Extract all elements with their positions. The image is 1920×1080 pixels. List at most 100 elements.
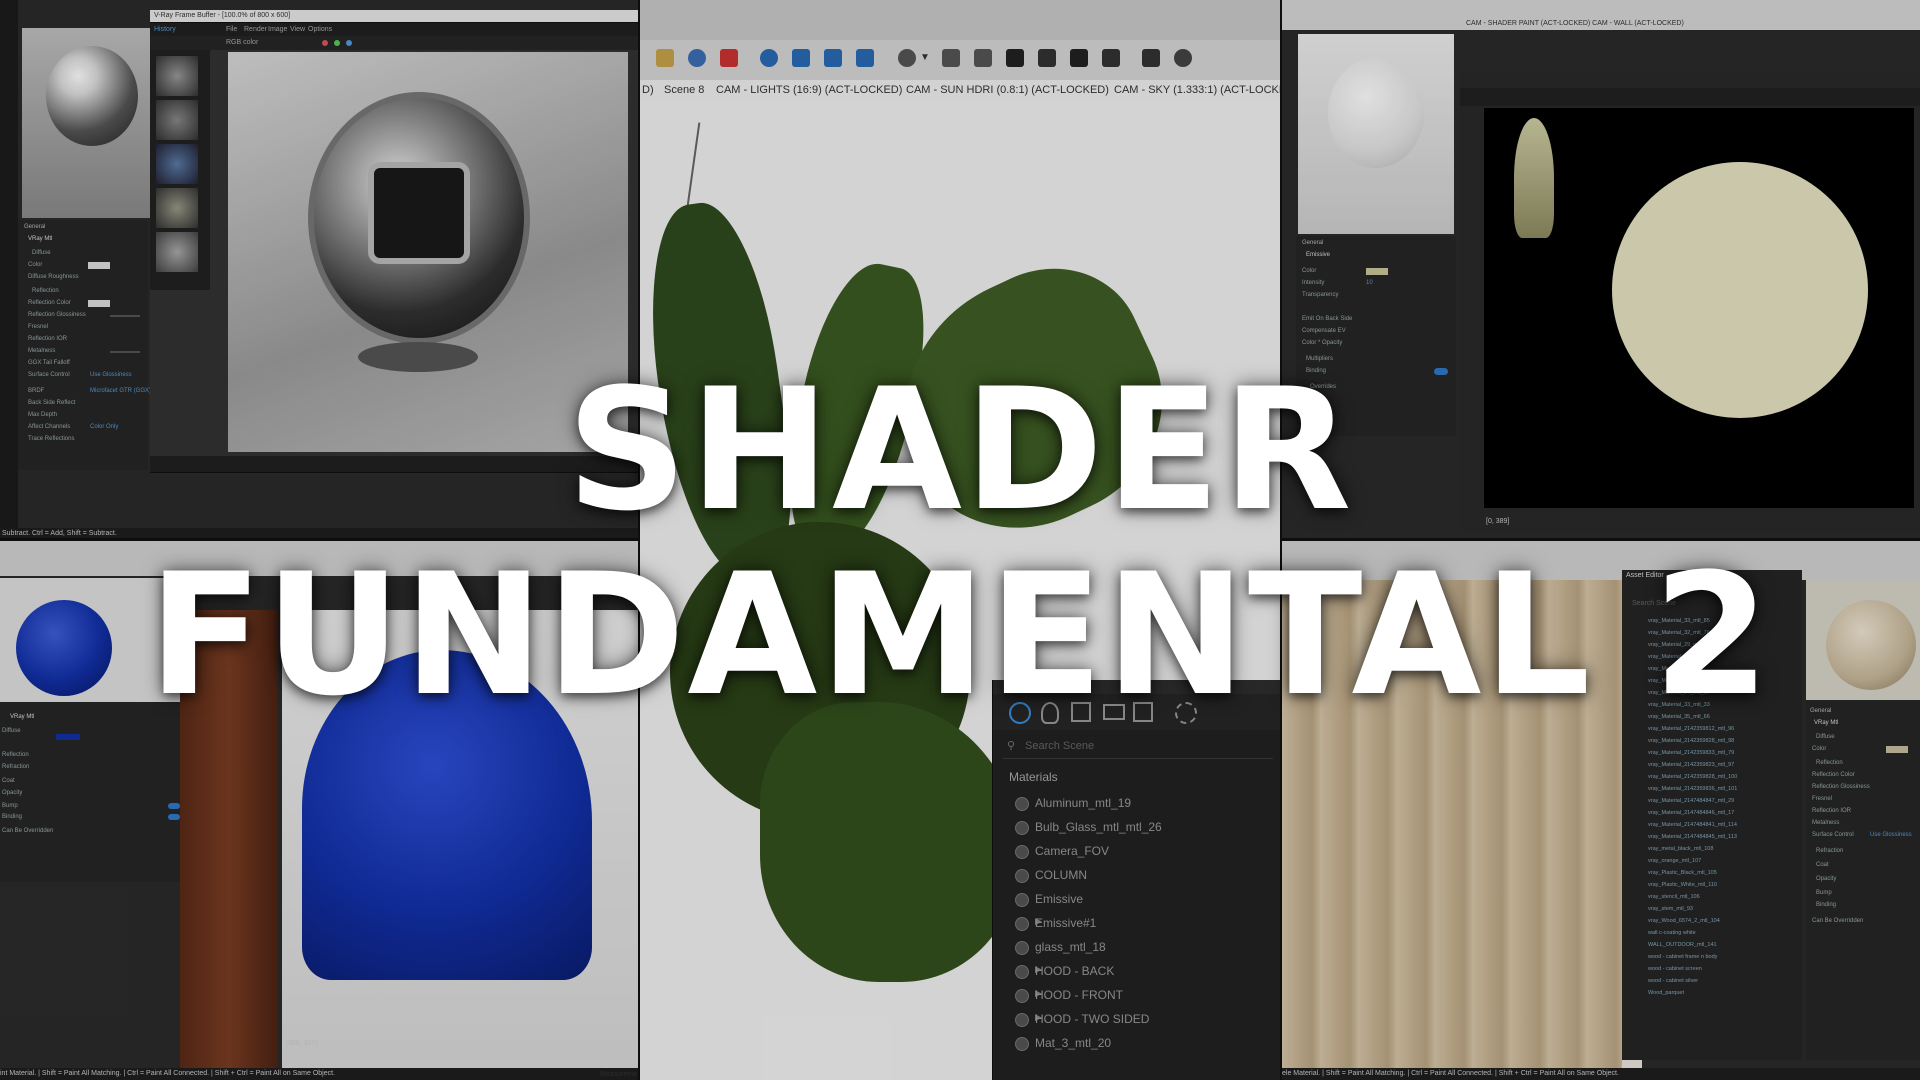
prop-refraction[interactable]: Refraction [1816, 848, 1843, 854]
scene-list-item[interactable]: vray_stencil_mtl_106 [1648, 894, 1700, 900]
history-thumb[interactable] [156, 232, 198, 272]
house-icon[interactable] [1006, 49, 1024, 67]
scene-list-item[interactable]: WALL_OUTDOOR_mtl_141 [1648, 942, 1717, 948]
zoom-icon[interactable] [688, 49, 706, 67]
vray-frame-buffer-icon[interactable] [856, 49, 874, 67]
brdf-value[interactable]: Microfacet GTR (GGX) [90, 388, 151, 394]
metalness-slider[interactable] [110, 351, 140, 353]
scene-list-item[interactable]: vray_Material_2142359823_mtl_97 [1648, 762, 1734, 768]
menu-render[interactable]: Render [244, 26, 267, 33]
layers-icon[interactable] [1103, 704, 1125, 720]
surface-control-value[interactable]: Use Glossiness [90, 372, 132, 378]
search-box[interactable]: ⚲ Search Scene [1003, 736, 1273, 759]
prop-diffuse[interactable]: Diffuse [32, 250, 51, 256]
scene-list-item[interactable]: vray_Material_2142359828_mtl_98 [1648, 738, 1734, 744]
chevron-down-icon[interactable]: ▼ [920, 52, 930, 63]
scene-list-item[interactable]: vray_Material_32_mtl_76 [1648, 630, 1710, 636]
search-input[interactable]: Search Scene [1025, 740, 1094, 752]
prop-reflection[interactable]: Reflection [32, 288, 59, 294]
user-icon[interactable] [898, 49, 916, 67]
scene-list-item[interactable]: vray_Material_2147484841_mtl_114 [1648, 822, 1737, 828]
prop-multipliers[interactable]: Multipliers [1306, 356, 1333, 362]
history-thumb[interactable] [156, 100, 198, 140]
scene-list-item[interactable]: vray_metal_black_mtl_108 [1648, 846, 1713, 852]
scene-list-item[interactable]: vray_Material_29_mtl_42 [1648, 642, 1710, 648]
prop-diffuse[interactable]: Diffuse [1816, 734, 1835, 740]
wood-slats-viewport[interactable] [1282, 580, 1622, 1080]
scene-list-item[interactable]: wood - cabinet screen [1648, 966, 1702, 972]
prop-bump[interactable]: Bump [1816, 890, 1832, 896]
scene-list-item[interactable]: vray_Material_2142359836_mtl_101 [1648, 786, 1737, 792]
extension-warehouse-icon[interactable] [1102, 49, 1120, 67]
binding-toggle[interactable] [1434, 368, 1448, 375]
blue-channel-icon[interactable] [346, 40, 352, 46]
emissive-color-swatch[interactable] [1366, 268, 1388, 275]
scene-tab[interactable]: D) [642, 84, 654, 96]
scene-tab[interactable]: CAM - SKY (1.333:1) (ACT-LOCKE [1114, 84, 1280, 96]
scene-list-item[interactable]: vray_Material_2142359833_mtl_79 [1648, 750, 1734, 756]
scene-tab[interactable]: CAM - SUN HDRI (0.8:1) (ACT-LOCKED) [906, 84, 1109, 96]
home-icon[interactable] [1070, 49, 1088, 67]
intensity-value[interactable]: 10 [1366, 280, 1373, 286]
film-icon[interactable] [1142, 49, 1160, 67]
vray-render-icon[interactable] [792, 49, 810, 67]
prop-opacity[interactable]: Opacity [2, 790, 22, 796]
surface-control-value[interactable]: Use Glossiness [1870, 832, 1912, 838]
reflection-color-swatch[interactable] [88, 300, 110, 307]
scene-list-item[interactable]: wood - cabinet frame n body [1648, 954, 1717, 960]
green-channel-icon[interactable] [334, 40, 340, 46]
channel-select[interactable]: RGB color [226, 39, 258, 46]
prop-binding[interactable]: Binding [1816, 902, 1836, 908]
lights-icon[interactable] [1041, 702, 1059, 724]
history-thumb[interactable] [156, 188, 198, 228]
material-name[interactable]: VRay Mtl [10, 714, 34, 720]
scene-list-item[interactable]: vray_Material_31_mtl [1648, 666, 1701, 672]
diffuse-color-swatch[interactable] [1886, 746, 1908, 753]
diffuse-color-swatch[interactable] [56, 734, 80, 740]
scene-search[interactable]: Search Scene [1632, 600, 1676, 607]
material-name[interactable]: VRay Mtl [28, 236, 52, 242]
scene-list-item[interactable]: vray_Material_2147484847_mtl_29 [1648, 798, 1734, 804]
scene-list-item[interactable]: vray_Material_33_mtl_85 [1648, 618, 1710, 624]
tr-scene-tabs[interactable]: CAM - SHADER PAINT (ACT-LOCKED) CAM - WA… [1466, 20, 1684, 27]
menu-view[interactable]: View [290, 26, 305, 33]
scene-list-item[interactable]: vray_Material_35_mtl_66 [1648, 714, 1710, 720]
scene-tab[interactable]: Scene 8 [664, 84, 704, 96]
component-icon[interactable] [942, 49, 960, 67]
history-thumb[interactable] [156, 56, 198, 96]
materials-icon[interactable] [1009, 702, 1031, 724]
history-tab[interactable]: History [154, 26, 176, 33]
history-thumb[interactable] [156, 144, 198, 184]
material-name[interactable]: Emissive [1306, 252, 1330, 258]
prop-reflection[interactable]: Reflection [2, 752, 29, 758]
scene-list-item[interactable]: vray_Material_2142359828_mtl_100 [1648, 774, 1737, 780]
book-icon[interactable] [974, 49, 992, 67]
geometry-icon[interactable] [1071, 702, 1091, 722]
prop-coat[interactable]: Coat [2, 778, 15, 784]
menu-options[interactable]: Options [308, 26, 332, 33]
menu-file[interactable]: File [226, 26, 237, 33]
scene-list-item[interactable]: Wood_parquet [1648, 990, 1684, 996]
binding-toggle[interactable] [168, 814, 180, 820]
material-name[interactable]: VRay Mtl [1814, 720, 1838, 726]
zoom-extents-icon[interactable] [720, 49, 738, 67]
sphere-icon[interactable] [1174, 49, 1192, 67]
vray-asset-editor-icon[interactable] [760, 49, 778, 67]
prop-binding[interactable]: Binding [2, 814, 22, 820]
prop-opacity[interactable]: Opacity [1816, 876, 1836, 882]
warehouse-icon[interactable] [1038, 49, 1056, 67]
scene-list-item[interactable]: vray_orange_mtl_107 [1648, 858, 1701, 864]
scene-list-item[interactable]: vray_Material_33_mtl_33 [1648, 702, 1710, 708]
scene-list-item[interactable]: vray_Material_2147484845_mtl_113 [1648, 834, 1737, 840]
scene-list-item[interactable]: vray_Material_2147484846_mtl_17 [1648, 810, 1734, 816]
diffuse-color-swatch[interactable] [88, 262, 110, 269]
paint-bucket-icon[interactable] [656, 49, 674, 67]
scene-list-item[interactable]: vray_Plastic_Black_mtl_105 [1648, 870, 1717, 876]
scene-list-item[interactable]: vray_Wood_6574_2_mtl_104 [1648, 918, 1720, 924]
prop-diffuse[interactable]: Diffuse [2, 728, 21, 734]
glossiness-slider[interactable] [110, 315, 140, 317]
affect-channels-value[interactable]: Color Only [90, 424, 118, 430]
vray-interactive-icon[interactable] [824, 49, 842, 67]
scene-list-item[interactable]: vray_Material_2142359812_mtl_96 [1648, 726, 1734, 732]
prop-reflection[interactable]: Reflection [1816, 760, 1843, 766]
